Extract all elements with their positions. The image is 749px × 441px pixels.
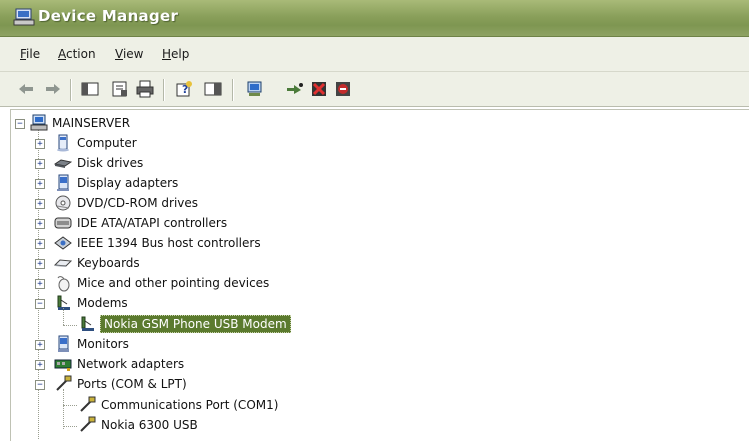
tree-item-modems[interactable]: − Modems (11, 294, 411, 314)
tree-item-com1[interactable]: Communications Port (COM1) (11, 396, 411, 416)
show-hide-tree-icon[interactable] (80, 79, 100, 99)
selected-device-label: Nokia GSM Phone USB Modem (100, 315, 291, 333)
category-label: Computer (77, 136, 137, 150)
menu-help[interactable]: Help (162, 47, 189, 61)
keyboard-icon (54, 254, 72, 272)
expand-toggle[interactable]: + (35, 259, 45, 269)
menu-bar: File Action View Help (0, 37, 749, 72)
uninstall-device-icon[interactable] (333, 79, 353, 99)
device-label: Nokia 6300 USB (101, 418, 198, 432)
tree-item-nokia-6300-usb[interactable]: Nokia 6300 USB (11, 416, 411, 436)
toolbar-separator (70, 79, 72, 101)
category-label: Keyboards (77, 256, 140, 270)
tree-item-display-adapters[interactable]: + Display adapters (11, 174, 411, 194)
tree-item-keyboards[interactable]: + Keyboards (11, 254, 411, 274)
category-label: Monitors (77, 337, 129, 351)
category-label: IDE ATA/ATAPI controllers (77, 216, 228, 230)
tree-item-nokia-gsm-modem[interactable]: Nokia GSM Phone USB Modem (11, 315, 411, 335)
disk-drive-icon (54, 154, 72, 172)
toolbar: ? (0, 72, 749, 107)
toolbar-separator (163, 79, 165, 101)
category-label: Display adapters (77, 176, 179, 190)
menu-file[interactable]: File (20, 47, 40, 61)
device-manager-icon (13, 8, 35, 26)
disable-device-icon[interactable] (309, 79, 329, 99)
tree-item-dvd-cd-rom-drives[interactable]: + DVD/CD-ROM drives (11, 194, 411, 214)
mouse-icon (54, 274, 72, 292)
tree-item-mice[interactable]: + Mice and other pointing devices (11, 274, 411, 294)
modem-icon (78, 315, 96, 333)
tree-root[interactable]: − MAINSERVER (11, 114, 311, 134)
expand-toggle[interactable]: + (35, 279, 45, 289)
expand-toggle[interactable]: + (35, 159, 45, 169)
tree-item-monitors[interactable]: + Monitors (11, 335, 411, 355)
expand-toggle[interactable]: + (35, 179, 45, 189)
expand-toggle[interactable]: + (35, 239, 45, 249)
network-adapter-icon (54, 355, 72, 373)
dvd-drive-icon (54, 194, 72, 212)
tree-item-computer[interactable]: + Computer (11, 134, 411, 154)
back-arrow-icon[interactable] (16, 79, 36, 99)
collapse-toggle[interactable]: − (15, 119, 25, 129)
port-icon (78, 416, 96, 434)
update-driver-icon[interactable] (285, 79, 305, 99)
expand-toggle[interactable]: + (35, 219, 45, 229)
category-label: DVD/CD-ROM drives (77, 196, 199, 210)
tree-item-ide-controllers[interactable]: + IDE ATA/ATAPI controllers (11, 214, 411, 234)
category-label: Modems (77, 296, 128, 310)
menu-view[interactable]: View (115, 47, 143, 61)
print-icon[interactable] (135, 79, 155, 99)
expand-toggle[interactable]: + (35, 139, 45, 149)
device-manager-window: Device Manager File Action View Help ? −… (0, 0, 749, 441)
display-adapter-icon (54, 174, 72, 192)
console-tree-icon[interactable] (203, 79, 223, 99)
ieee1394-icon (54, 234, 72, 252)
expand-toggle[interactable]: + (35, 360, 45, 370)
expand-toggle[interactable]: + (35, 199, 45, 209)
collapse-toggle[interactable]: − (35, 380, 45, 390)
device-label: Communications Port (COM1) (101, 398, 279, 412)
collapse-toggle[interactable]: − (35, 299, 45, 309)
monitor-icon (54, 335, 72, 353)
category-label: Network adapters (77, 357, 185, 371)
port-icon (78, 396, 96, 414)
tree-item-ieee1394-controllers[interactable]: + IEEE 1394 Bus host controllers (11, 234, 411, 254)
category-label: Ports (COM & LPT) (77, 377, 187, 391)
ide-controller-icon (54, 214, 72, 232)
category-label: IEEE 1394 Bus host controllers (77, 236, 261, 250)
scan-hardware-icon[interactable] (245, 79, 265, 99)
title-bar[interactable]: Device Manager (0, 0, 749, 37)
tree-item-network-adapters[interactable]: + Network adapters (11, 355, 411, 375)
category-label: Mice and other pointing devices (77, 276, 270, 290)
toolbar-separator (232, 79, 234, 101)
device-tree: − MAINSERVER + Computer + Disk drives + (10, 109, 749, 441)
computer-icon (54, 134, 72, 152)
expand-toggle[interactable]: + (35, 340, 45, 350)
help-icon[interactable]: ? (174, 79, 194, 99)
root-label: MAINSERVER (52, 116, 131, 130)
menu-action[interactable]: Action (58, 47, 96, 61)
window-title: Device Manager (38, 7, 179, 25)
computer-server-icon (30, 114, 48, 132)
tree-item-disk-drives[interactable]: + Disk drives (11, 154, 411, 174)
forward-arrow-icon[interactable] (43, 79, 63, 99)
properties-icon[interactable] (110, 79, 130, 99)
tree-item-ports[interactable]: − Ports (COM & LPT) (11, 375, 411, 395)
category-label: Disk drives (77, 156, 144, 170)
